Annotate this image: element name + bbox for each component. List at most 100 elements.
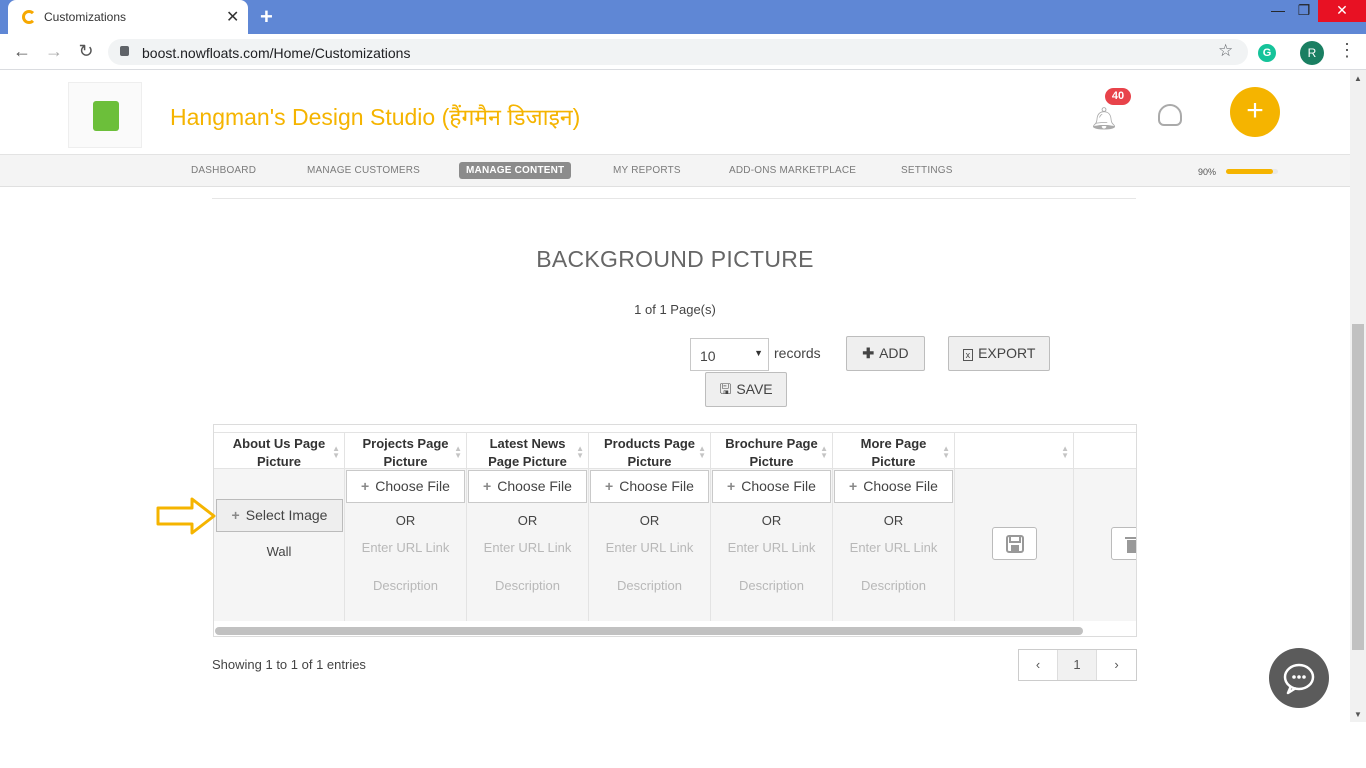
chat-launcher-button[interactable] xyxy=(1269,648,1329,708)
select-image-button[interactable]: + Select Image xyxy=(216,499,343,532)
nav-manage-customers[interactable]: MANAGE CUSTOMERS xyxy=(307,165,420,176)
headset-support-icon[interactable] xyxy=(1158,104,1182,126)
url-text[interactable]: boost.nowfloats.com/Home/Customizations xyxy=(142,45,410,61)
browser-tab[interactable]: Customizations ✕ xyxy=(8,0,248,34)
choose-file-label: Choose File xyxy=(741,478,816,494)
col-save-action[interactable]: ▲ ▼ xyxy=(955,433,1074,470)
choose-file-button[interactable]: + Choose File xyxy=(468,470,587,503)
browser-menu-icon[interactable]: ⋮ xyxy=(1338,40,1356,61)
records-label: records xyxy=(774,345,821,361)
forward-arrow-icon[interactable]: → xyxy=(42,41,66,62)
cell-brochure: + Choose File OR Enter URL Link Descripti… xyxy=(711,469,833,621)
col-delete-action[interactable] xyxy=(1074,433,1136,470)
table-row: + Select Image Wall + Choose File OR Enter… xyxy=(214,469,1136,621)
excel-file-icon: x xyxy=(962,349,974,361)
tab-close-icon[interactable]: ✕ xyxy=(226,7,239,27)
profile-avatar[interactable]: R xyxy=(1300,41,1324,65)
table-horizontal-scrollbar[interactable] xyxy=(215,627,1083,635)
choose-file-button[interactable]: + Choose File xyxy=(346,470,465,503)
next-page-button[interactable]: › xyxy=(1097,650,1136,680)
sort-icon[interactable]: ▲ ▼ xyxy=(942,445,950,460)
cell-save-action xyxy=(955,469,1074,621)
cell-delete-action xyxy=(1074,469,1136,621)
records-per-page-select[interactable]: 10 ▼ xyxy=(690,338,769,371)
col-about-us-picture[interactable]: About Us Page Picture ▲ ▼ xyxy=(214,433,345,470)
col-latest-news-picture[interactable]: Latest News Page Picture ▲ ▼ xyxy=(467,433,589,470)
window-close-button[interactable]: ✕ xyxy=(1318,0,1366,22)
nav-dashboard[interactable]: DASHBOARD xyxy=(191,165,256,176)
url-link-input[interactable]: Enter URL Link xyxy=(467,540,588,555)
scroll-up-arrow-icon[interactable]: ▲ xyxy=(1354,74,1362,83)
profile-completion-label: 90% xyxy=(1198,167,1217,177)
bookmark-star-icon[interactable]: ☆ xyxy=(1218,41,1233,61)
col-brochure-picture[interactable]: Brochure Page Picture ▲ ▼ xyxy=(711,433,833,470)
choose-file-label: Choose File xyxy=(863,478,938,494)
export-button[interactable]: x EXPORT xyxy=(948,336,1050,371)
save-button[interactable]: 🖫︎ SAVE xyxy=(705,372,787,407)
tab-title: Customizations xyxy=(44,10,127,24)
choose-file-label: Choose File xyxy=(497,478,572,494)
notification-badge: 40 xyxy=(1105,88,1131,105)
sort-icon[interactable]: ▲ ▼ xyxy=(576,445,584,460)
url-link-input[interactable]: Enter URL Link xyxy=(345,540,466,555)
sort-icon[interactable]: ▲ ▼ xyxy=(820,445,828,460)
header-line: About Us Page xyxy=(232,436,326,451)
url-link-input[interactable]: Enter URL Link xyxy=(589,540,710,555)
add-fab-button[interactable]: + xyxy=(1230,87,1280,137)
sort-icon[interactable]: ▲ ▼ xyxy=(454,445,462,460)
url-omnibox[interactable]: boost.nowfloats.com/Home/Customizations … xyxy=(108,39,1248,65)
col-products-picture[interactable]: Products Page Picture ▲ ▼ xyxy=(589,433,711,470)
scrollbar-thumb[interactable] xyxy=(1352,324,1364,650)
description-input[interactable]: Description xyxy=(711,578,832,593)
nav-my-reports[interactable]: MY REPORTS xyxy=(613,165,681,176)
page-vertical-scrollbar[interactable]: ▲ ▼ xyxy=(1350,70,1366,722)
nav-addons-marketplace[interactable]: ADD-ONS MARKETPLACE xyxy=(729,165,856,176)
table-header: About Us Page Picture ▲ ▼ Projects Page Pic… xyxy=(214,432,1136,470)
business-name: Hangman's Design Studio (हैंगमैन डिजाइन) xyxy=(170,104,581,130)
customizations-table: About Us Page Picture ▲ ▼ Projects Page Pic… xyxy=(213,424,1137,637)
mug-logo-icon xyxy=(93,101,119,131)
header-line: Projects Page xyxy=(362,436,449,451)
bell-icon[interactable]: 🔔︎ xyxy=(1090,106,1118,132)
add-button[interactable]: ✚ ADD xyxy=(846,336,925,371)
plus-icon: + xyxy=(231,507,240,523)
or-separator: OR xyxy=(639,513,660,528)
plus-icon: ✚ xyxy=(862,345,875,361)
description-input[interactable]: Description xyxy=(589,578,710,593)
cell-products: + Choose File OR Enter URL Link Descripti… xyxy=(589,469,711,621)
plus-icon: + xyxy=(483,478,492,494)
chevron-down-icon: ▼ xyxy=(754,348,763,358)
sort-icon[interactable]: ▲ ▼ xyxy=(1061,445,1069,460)
row-delete-button[interactable] xyxy=(1111,527,1136,560)
save-button-label: SAVE xyxy=(736,381,773,397)
row-save-button[interactable] xyxy=(992,527,1037,560)
pagination: ‹ 1 › xyxy=(1018,649,1137,681)
url-link-input[interactable]: Enter URL Link xyxy=(833,540,954,555)
pagination-info: 1 of 1 Page(s) xyxy=(634,302,716,317)
page-1-button[interactable]: 1 xyxy=(1058,650,1097,680)
back-arrow-icon[interactable]: ← xyxy=(10,41,34,62)
about-us-image-name: Wall xyxy=(266,544,292,559)
description-input[interactable]: Description xyxy=(833,578,954,593)
records-select-value: 10 xyxy=(700,348,716,364)
previous-page-button[interactable]: ‹ xyxy=(1019,650,1058,680)
sort-icon[interactable]: ▲ ▼ xyxy=(698,445,706,460)
choose-file-button[interactable]: + Choose File xyxy=(834,470,953,503)
description-input[interactable]: Description xyxy=(345,578,466,593)
choose-file-button[interactable]: + Choose File xyxy=(590,470,709,503)
choose-file-button[interactable]: + Choose File xyxy=(712,470,831,503)
section-divider xyxy=(212,198,1136,199)
grammarly-extension-icon[interactable]: G xyxy=(1258,44,1276,62)
new-tab-button[interactable]: + xyxy=(260,4,273,30)
scroll-down-arrow-icon[interactable]: ▼ xyxy=(1354,710,1362,719)
sort-icon[interactable]: ▲ ▼ xyxy=(332,445,340,460)
nav-settings[interactable]: SETTINGS xyxy=(901,165,953,176)
url-link-input[interactable]: Enter URL Link xyxy=(711,540,832,555)
reload-icon[interactable]: ↻ xyxy=(74,41,98,62)
col-more-picture[interactable]: More Page Picture ▲ ▼ xyxy=(833,433,955,470)
col-projects-picture[interactable]: Projects Page Picture ▲ ▼ xyxy=(345,433,467,470)
business-logo[interactable] xyxy=(68,82,142,148)
description-input[interactable]: Description xyxy=(467,578,588,593)
nav-manage-content[interactable]: MANAGE CONTENT xyxy=(459,162,572,179)
profile-completion-bar xyxy=(1226,169,1278,174)
